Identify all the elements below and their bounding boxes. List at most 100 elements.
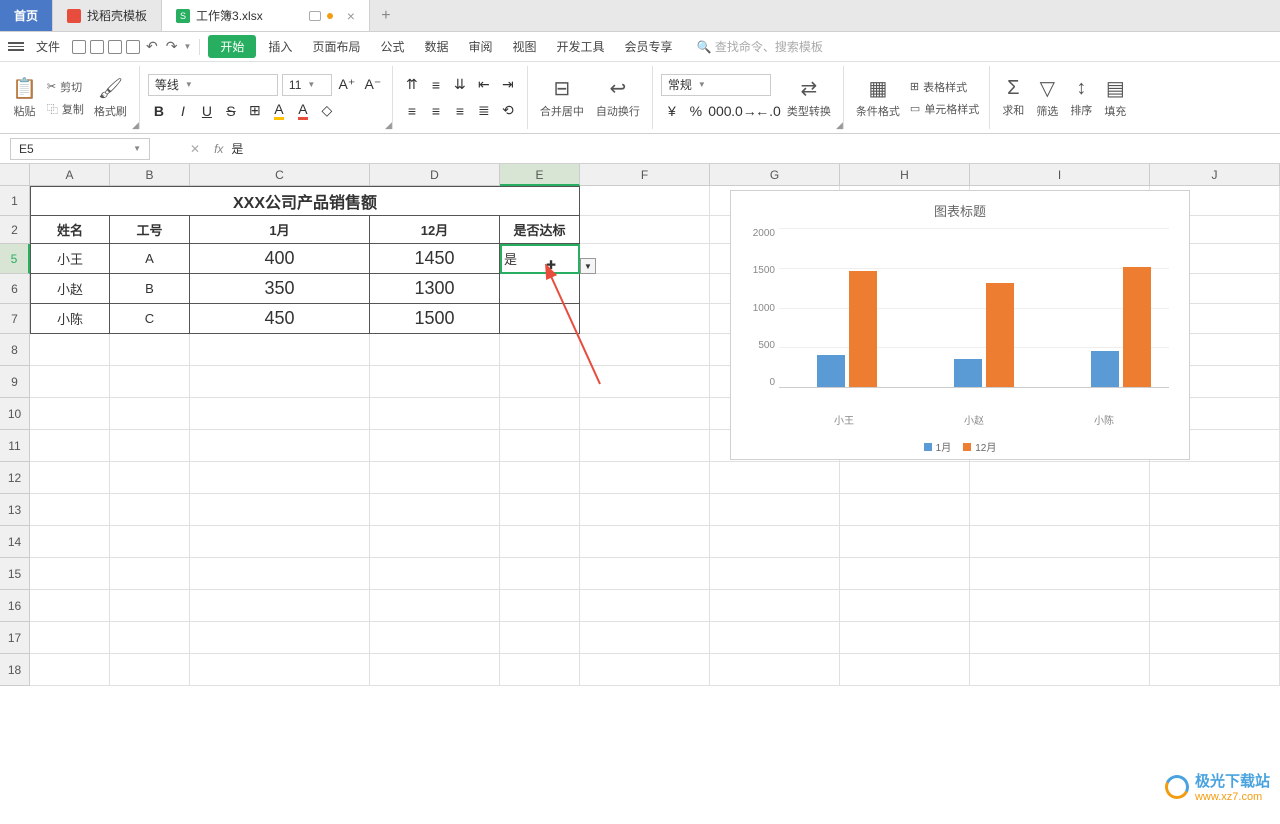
font-increase-button[interactable]: A⁺	[336, 74, 358, 96]
cell[interactable]	[580, 398, 710, 430]
filter-button[interactable]: ▽筛选	[1032, 74, 1062, 121]
cell[interactable]	[710, 526, 840, 558]
cell-r2-m1[interactable]: 350	[190, 274, 370, 304]
cell[interactable]	[370, 494, 500, 526]
col-header-a[interactable]: A	[30, 164, 110, 186]
tab-home[interactable]: 首页	[0, 0, 53, 31]
cell[interactable]	[30, 398, 110, 430]
cell[interactable]	[370, 526, 500, 558]
row-header-13[interactable]: 13	[0, 494, 30, 526]
menu-review[interactable]: 审阅	[460, 34, 500, 59]
paste-button[interactable]: 📋粘贴	[8, 74, 41, 121]
cell[interactable]	[840, 622, 970, 654]
cell[interactable]	[30, 622, 110, 654]
cell[interactable]	[1150, 622, 1280, 654]
undo-icon[interactable]: ↶	[144, 38, 160, 55]
cell-r1-name[interactable]: 小王	[30, 244, 110, 274]
align-bottom-button[interactable]: ⇊	[449, 74, 471, 96]
chart-bar[interactable]	[1091, 351, 1119, 387]
row-header-9[interactable]: 9	[0, 366, 30, 398]
cell[interactable]	[190, 494, 370, 526]
cell-h-m1[interactable]: 1月	[190, 216, 370, 244]
cell[interactable]	[110, 526, 190, 558]
cell[interactable]	[370, 462, 500, 494]
chart-bar[interactable]	[1123, 267, 1151, 387]
cell[interactable]	[30, 526, 110, 558]
font-family-combo[interactable]: 等线▼	[148, 74, 278, 96]
cell-r2-m12[interactable]: 1300	[370, 274, 500, 304]
cell[interactable]	[110, 622, 190, 654]
conditional-format-button[interactable]: ▦条件格式	[852, 74, 904, 121]
cell[interactable]	[500, 398, 580, 430]
merge-center-button[interactable]: ⊟合并居中	[536, 74, 588, 121]
col-header-g[interactable]: G	[710, 164, 840, 186]
indent-increase-button[interactable]: ⇥	[497, 74, 519, 96]
cell[interactable]	[370, 398, 500, 430]
cell[interactable]	[110, 654, 190, 686]
cell-r1-m12[interactable]: 1450	[370, 244, 500, 274]
cell[interactable]	[580, 244, 710, 274]
justify-button[interactable]: ≣	[473, 100, 495, 122]
qat-more-icon[interactable]: ▼	[183, 42, 191, 51]
cell-r3-name[interactable]: 小陈	[30, 304, 110, 334]
cell-h-id[interactable]: 工号	[110, 216, 190, 244]
qat-export-icon[interactable]	[126, 40, 140, 54]
currency-button[interactable]: ¥	[661, 100, 683, 122]
table-style-button[interactable]: ⊞表格样式	[908, 78, 981, 96]
row-header-7[interactable]: 7	[0, 304, 30, 334]
cell[interactable]	[370, 366, 500, 398]
cell[interactable]	[370, 558, 500, 590]
cell[interactable]	[710, 590, 840, 622]
worksheet[interactable]: A B C D E F G H I J 1 XXX公司产品销售额 2 姓名 工号…	[0, 164, 1280, 824]
cell[interactable]	[190, 622, 370, 654]
cell[interactable]	[580, 526, 710, 558]
menu-data[interactable]: 数据	[416, 34, 456, 59]
tab-workbook[interactable]: S 工作簿3.xlsx ×	[162, 0, 370, 31]
comma-button[interactable]: 000	[709, 100, 731, 122]
cell[interactable]	[1150, 590, 1280, 622]
row-header-8[interactable]: 8	[0, 334, 30, 366]
row-header-5[interactable]: 5	[0, 244, 30, 274]
chart[interactable]: 图表标题 2000 1500 1000 500 0 小王 小赵 小陈 1月	[730, 190, 1190, 460]
row-header-10[interactable]: 10	[0, 398, 30, 430]
cell-r2-name[interactable]: 小赵	[30, 274, 110, 304]
align-middle-button[interactable]: ≡	[425, 74, 447, 96]
col-header-e[interactable]: E	[500, 164, 580, 186]
cell[interactable]	[500, 526, 580, 558]
cell[interactable]	[30, 462, 110, 494]
font-color-button[interactable]: A	[292, 100, 314, 122]
copy-button[interactable]: ⿻复制	[45, 100, 86, 118]
cell[interactable]	[370, 334, 500, 366]
clipboard-expand-icon[interactable]: ◢	[132, 120, 139, 131]
cell[interactable]	[710, 494, 840, 526]
cell[interactable]	[110, 494, 190, 526]
name-box[interactable]: E5▼	[10, 138, 150, 160]
decimal-decrease-button[interactable]: ←.0	[757, 100, 779, 122]
cell[interactable]	[370, 622, 500, 654]
cell[interactable]	[30, 430, 110, 462]
cell-h-name[interactable]: 姓名	[30, 216, 110, 244]
cell[interactable]	[580, 494, 710, 526]
cell[interactable]	[110, 558, 190, 590]
cell[interactable]	[580, 366, 710, 398]
cell[interactable]	[500, 654, 580, 686]
cell-dropdown-button[interactable]: ▼	[580, 258, 596, 274]
font-expand-icon[interactable]: ◢	[385, 120, 392, 131]
select-all-corner[interactable]	[0, 164, 30, 186]
cancel-formula-icon[interactable]: ✕	[190, 142, 200, 156]
cell[interactable]	[840, 494, 970, 526]
cell[interactable]	[710, 462, 840, 494]
border-button[interactable]: ⊞	[244, 100, 266, 122]
cell[interactable]	[840, 558, 970, 590]
qat-preview-icon[interactable]	[108, 40, 122, 54]
cell[interactable]	[710, 558, 840, 590]
cell[interactable]	[500, 366, 580, 398]
row-header-15[interactable]: 15	[0, 558, 30, 590]
menu-view[interactable]: 视图	[505, 34, 545, 59]
row-header-6[interactable]: 6	[0, 274, 30, 304]
menu-start[interactable]: 开始	[208, 35, 256, 58]
col-header-b[interactable]: B	[110, 164, 190, 186]
row-header-17[interactable]: 17	[0, 622, 30, 654]
wrap-text-button[interactable]: ↩自动换行	[592, 74, 644, 121]
cell[interactable]	[840, 590, 970, 622]
